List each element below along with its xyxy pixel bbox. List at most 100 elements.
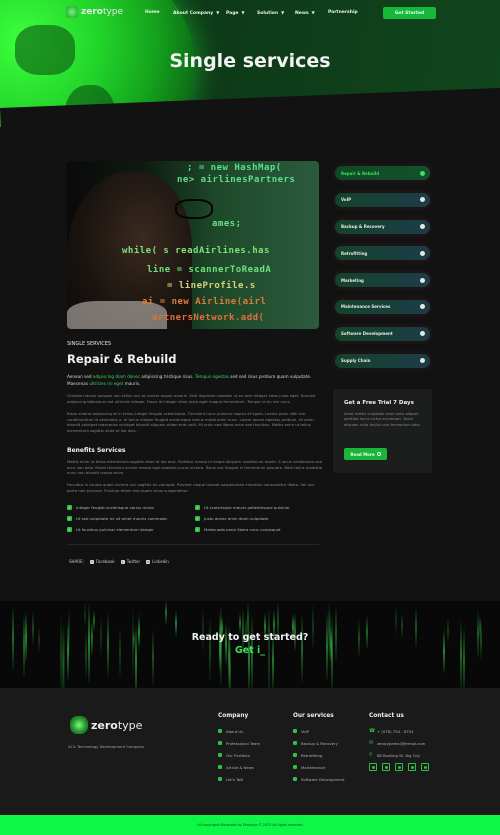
instagram-icon[interactable] [369,763,377,771]
trial-title: Get a Free Trial 7 Days [344,400,414,406]
benefits-title: Benefits Services [67,447,126,454]
arrow-circle-icon [420,250,425,256]
contact-phone[interactable]: ☎ + (078) 754 - 8754 [369,725,429,737]
logo-icon [66,6,78,18]
list-item: ✓ Ut faucibus pulvinar elementum integer [67,527,154,532]
check-icon: ✓ [67,505,72,510]
arrow-circle-icon [420,304,425,310]
check-icon: ✓ [67,527,72,532]
footer-link[interactable]: Backup & Recovery [293,737,345,749]
divider [67,544,319,545]
matrix-rain-streak [84,602,86,627]
footer-link[interactable]: About Us [218,725,260,737]
service-item-voip[interactable]: VoIP [332,189,433,210]
footer-link[interactable]: Maintenance [293,761,345,773]
matrix-rain-streak [225,623,227,664]
caret-down-icon: ▼ [241,10,245,15]
glasses-graphic [175,199,213,219]
service-item-supply-chain[interactable]: Supply Chain [332,350,433,371]
share-bar: SHARE: f Facebook t Twitter in Linkedin [69,559,169,564]
free-trial-card: Get a Free Trial 7 Days Amet mattis vulp… [333,389,432,473]
footer-company: Company About Us Professional Team Our P… [218,713,260,785]
nav-item-home[interactable]: Home [145,10,160,15]
article-lead: Aenean sed adipiscing diam donec adipisc… [67,374,312,386]
nav-item-page[interactable]: Page ▼ [226,10,245,16]
youtube-icon[interactable] [395,763,403,771]
social-links [369,763,429,771]
footer-link[interactable]: Software Development [293,773,345,785]
location-pin-icon: ⚲ [369,752,373,758]
service-item-retrofitting[interactable]: Retrofitting [332,243,433,264]
arrow-circle-icon [420,277,425,283]
share-facebook[interactable]: f Facebook [89,559,115,564]
check-icon: ✓ [195,527,200,532]
service-item-backup-recovery[interactable]: Backup & Recovery [332,216,433,237]
arrow-circle-icon [420,170,425,176]
footer-link[interactable]: Our Portfolio [218,749,260,761]
benefits-list: ✓ Integer feugiat scelerisque varius morb… [67,505,323,532]
check-icon: ✓ [67,516,72,521]
page-title: Single services [169,50,331,72]
footer-link[interactable]: VoIP [293,725,345,737]
article-paragraph: Risus viverra adipiscing at in tellus in… [67,411,314,433]
logo[interactable]: zerotype [66,6,123,18]
footer-link[interactable]: Professional Team [218,737,260,749]
arrow-circle-icon [420,224,425,230]
get-started-button[interactable]: Get Started [383,7,436,19]
list-item: ✓ Integer feugiat scelerisque varius morb… [67,505,154,510]
nav-item-solution[interactable]: Solution ▼ [257,10,284,16]
arrow-circle-icon [420,331,425,337]
nav-item-about-company[interactable]: About Company ▼ [173,10,219,16]
cta-typing-text: Get i_ [234,645,266,656]
list-item: ✓ Ut scelerisque mauris pellentesque pulv… [195,505,290,510]
caret-down-icon: ▼ [311,10,315,15]
share-linkedin[interactable]: in Linkedin [146,559,169,564]
phone-icon: ☎ [369,728,376,734]
service-item-marketing[interactable]: Marketing [332,270,433,291]
article-paragraph: Gravida rutrum quisque non tellus orci a… [67,393,316,404]
cta-band: Ready to get started? Get i_ [0,601,500,688]
share-label: SHARE: [69,559,84,564]
footer-tagline: AI & Technology Development Company [68,744,145,749]
matrix-rain-streak [107,612,109,676]
trial-text: Amet mattis vulputate enim nulla aliquet… [344,412,421,427]
facebook-icon: f [89,559,94,564]
section-eyebrow: SINGLE SERVICES [67,341,112,347]
email-icon[interactable] [421,763,429,771]
footer-logo[interactable]: zerotype [70,716,142,734]
logo-text: zerotype [81,7,124,17]
contact-address: ⚲ 88 Rowling St, Big City [369,752,421,758]
nav-item-news[interactable]: News ▼ [295,10,315,16]
footer-link[interactable]: Let's Talk [218,773,260,785]
footer-link[interactable]: Retrofitting [293,749,345,761]
footer-contact: Contact us ☎ + (078) 754 - 8754 ✉ zerotype… [369,713,429,771]
services-menu: Repair & Rebuild VoIP Backup & Recovery … [332,163,433,377]
read-more-button[interactable]: Read More [344,448,387,460]
service-item-maintenance[interactable]: Maintenance Services [332,296,433,317]
share-twitter[interactable]: t Twitter [120,559,140,564]
footer: zerotype AI & Technology Development Com… [0,688,500,815]
arrow-circle-icon [420,358,425,364]
footer-services: Our services VoIP Backup & Recovery Retr… [293,713,345,785]
matrix-rain-streak [395,605,397,635]
matrix-rain-streak [165,601,167,624]
whatsapp-icon[interactable] [408,763,416,771]
footer-link[interactable]: Article & News [218,761,260,773]
service-item-repair-rebuild[interactable]: Repair & Rebuild [332,163,433,183]
caret-down-icon: ▼ [216,10,220,15]
cta-title: Ready to get started? [191,632,309,643]
copyright-bar: All copyrights Reserved by Zerotype © 20… [0,815,500,835]
top-nav: zerotype Home About Company ▼ Page ▼ Solut… [0,0,500,27]
nav-item-partnership[interactable]: Partnership [328,10,358,15]
list-item: ✓ Justo donec enim diam vulputate [195,516,269,521]
service-item-software-development[interactable]: Software Development [332,323,433,344]
email-icon: ✉ [369,740,374,746]
list-item: ✓ Malesuada proin libero nunc consequat [195,527,281,532]
caret-down-icon: ▼ [281,10,285,15]
matrix-rain-streak [93,610,95,631]
check-icon: ✓ [195,505,200,510]
linkedin-icon: in [146,559,151,564]
twitter-icon[interactable] [382,763,390,771]
contact-email[interactable]: ✉ zerotypemail@email.com [369,737,429,749]
twitter-icon: t [120,559,125,564]
